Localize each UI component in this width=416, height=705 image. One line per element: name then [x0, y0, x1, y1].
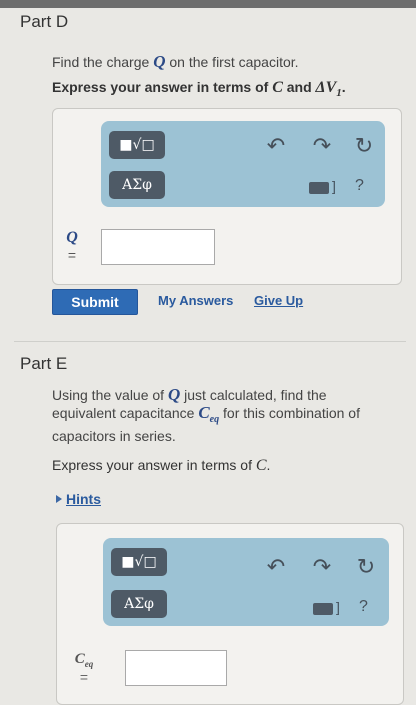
top-bar	[0, 0, 416, 8]
hints-link[interactable]: Hints	[66, 491, 101, 507]
help-button[interactable]: ?	[359, 598, 368, 616]
keyboard-divider: ]	[336, 599, 340, 615]
part-e-title: Part E	[20, 354, 68, 373]
part-d-answer-input[interactable]	[101, 229, 215, 265]
question-page: Part D Find the charge Q on the first ca…	[0, 8, 416, 705]
part-e-question: Using the value of Q just calculated, fi…	[52, 385, 360, 444]
undo-icon[interactable]: ↶	[263, 554, 289, 580]
redo-icon[interactable]: ↷	[309, 133, 335, 159]
give-up-link[interactable]: Give Up	[254, 293, 303, 308]
symbol-button[interactable]: ΑΣφ	[111, 590, 167, 618]
reset-icon[interactable]: ↻	[353, 554, 379, 580]
my-answers-link[interactable]: My Answers	[158, 293, 233, 308]
part-e-answer-box: ■√□ ΑΣφ ↶ ↷ ↻ ] ? Ceq =	[56, 523, 404, 705]
part-d-input-label: Q =	[66, 229, 78, 263]
section-divider	[14, 341, 406, 342]
part-d-question: Find the charge Q on the first capacitor…	[52, 52, 299, 71]
part-e-input-label: Ceq =	[74, 651, 94, 686]
keyboard-divider: ]	[332, 178, 336, 194]
template-button[interactable]: ■√□	[111, 548, 167, 576]
redo-icon[interactable]: ↷	[309, 554, 335, 580]
keyboard-icon[interactable]	[309, 182, 329, 194]
part-d-math-toolbar: ■√□ ΑΣφ ↶ ↷ ↻ ] ?	[101, 121, 385, 207]
part-d-express: Express your answer in terms of C and ΔV…	[52, 79, 346, 99]
part-d-title: Part D	[20, 12, 69, 31]
undo-icon[interactable]: ↶	[263, 133, 289, 159]
reset-icon[interactable]: ↻	[351, 133, 377, 159]
template-button[interactable]: ■√□	[109, 131, 165, 159]
hints-toggle-icon[interactable]	[56, 495, 62, 503]
part-d-answer-box: ■√□ ΑΣφ ↶ ↷ ↻ ] ? Q =	[52, 108, 402, 285]
submit-button[interactable]: Submit	[52, 289, 138, 315]
help-button[interactable]: ?	[355, 177, 364, 195]
symbol-button[interactable]: ΑΣφ	[109, 171, 165, 199]
keyboard-icon[interactable]	[313, 603, 333, 615]
part-e-express: Express your answer in terms of C.	[52, 457, 271, 474]
part-e-answer-input[interactable]	[125, 650, 227, 686]
part-e-math-toolbar: ■√□ ΑΣφ ↶ ↷ ↻ ] ?	[103, 538, 389, 626]
